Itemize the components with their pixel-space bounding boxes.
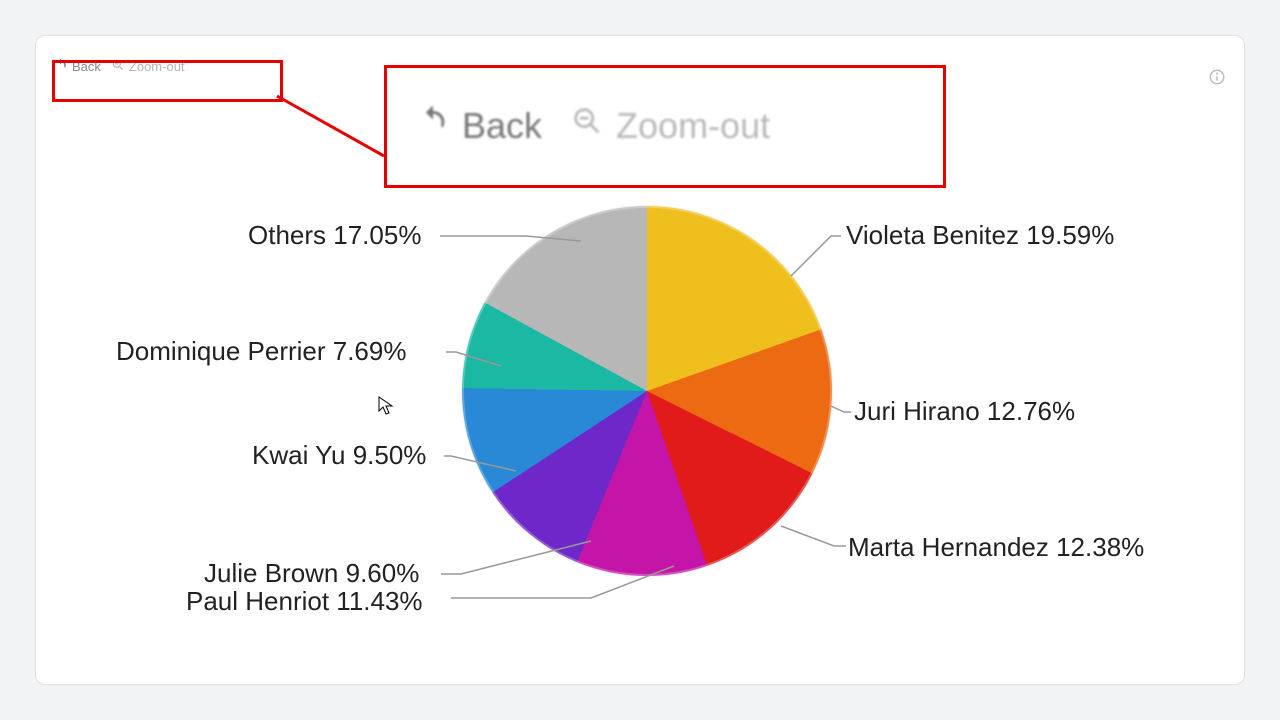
back-label: Back: [72, 59, 101, 74]
slice-label-kwai: Kwai Yu 9.50%: [252, 440, 426, 471]
slice-label-dominique: Dominique Perrier 7.69%: [116, 336, 406, 367]
slice-label-marta: Marta Hernandez 12.38%: [848, 532, 1144, 563]
slice-label-juri: Juri Hirano 12.76%: [854, 396, 1075, 427]
undo-arrow-icon: [54, 58, 68, 75]
chart-toolbar: Back Zoom-out: [54, 58, 185, 75]
slice-label-julie: Julie Brown 9.60%: [204, 558, 419, 589]
cursor-icon: [378, 396, 394, 421]
zoom-out-icon: [570, 104, 604, 147]
undo-arrow-icon: [416, 104, 450, 147]
zoom-out-icon: [111, 58, 125, 75]
zoom-out-button[interactable]: Zoom-out: [111, 58, 185, 75]
annotation-back-label: Back: [462, 105, 542, 147]
annotation-back-button: Back: [416, 104, 542, 147]
slice-label-others: Others 17.05%: [248, 220, 421, 251]
back-button[interactable]: Back: [54, 58, 101, 75]
zoom-out-label: Zoom-out: [129, 59, 185, 74]
pie-chart[interactable]: [462, 206, 832, 578]
info-icon[interactable]: [1208, 68, 1226, 86]
annotation-zoom-label: Zoom-out: [616, 105, 770, 147]
slice-label-paul: Paul Henriot 11.43%: [186, 586, 423, 617]
chart-card: Back Zoom-out Back Zoom-out: [35, 35, 1245, 685]
annotation-zoom-out-button: Zoom-out: [570, 104, 770, 147]
pie-slices: [462, 206, 832, 576]
annotation-zoom-toolbar: Back Zoom-out: [416, 104, 770, 147]
slice-label-violeta: Violeta Benitez 19.59%: [846, 220, 1114, 251]
